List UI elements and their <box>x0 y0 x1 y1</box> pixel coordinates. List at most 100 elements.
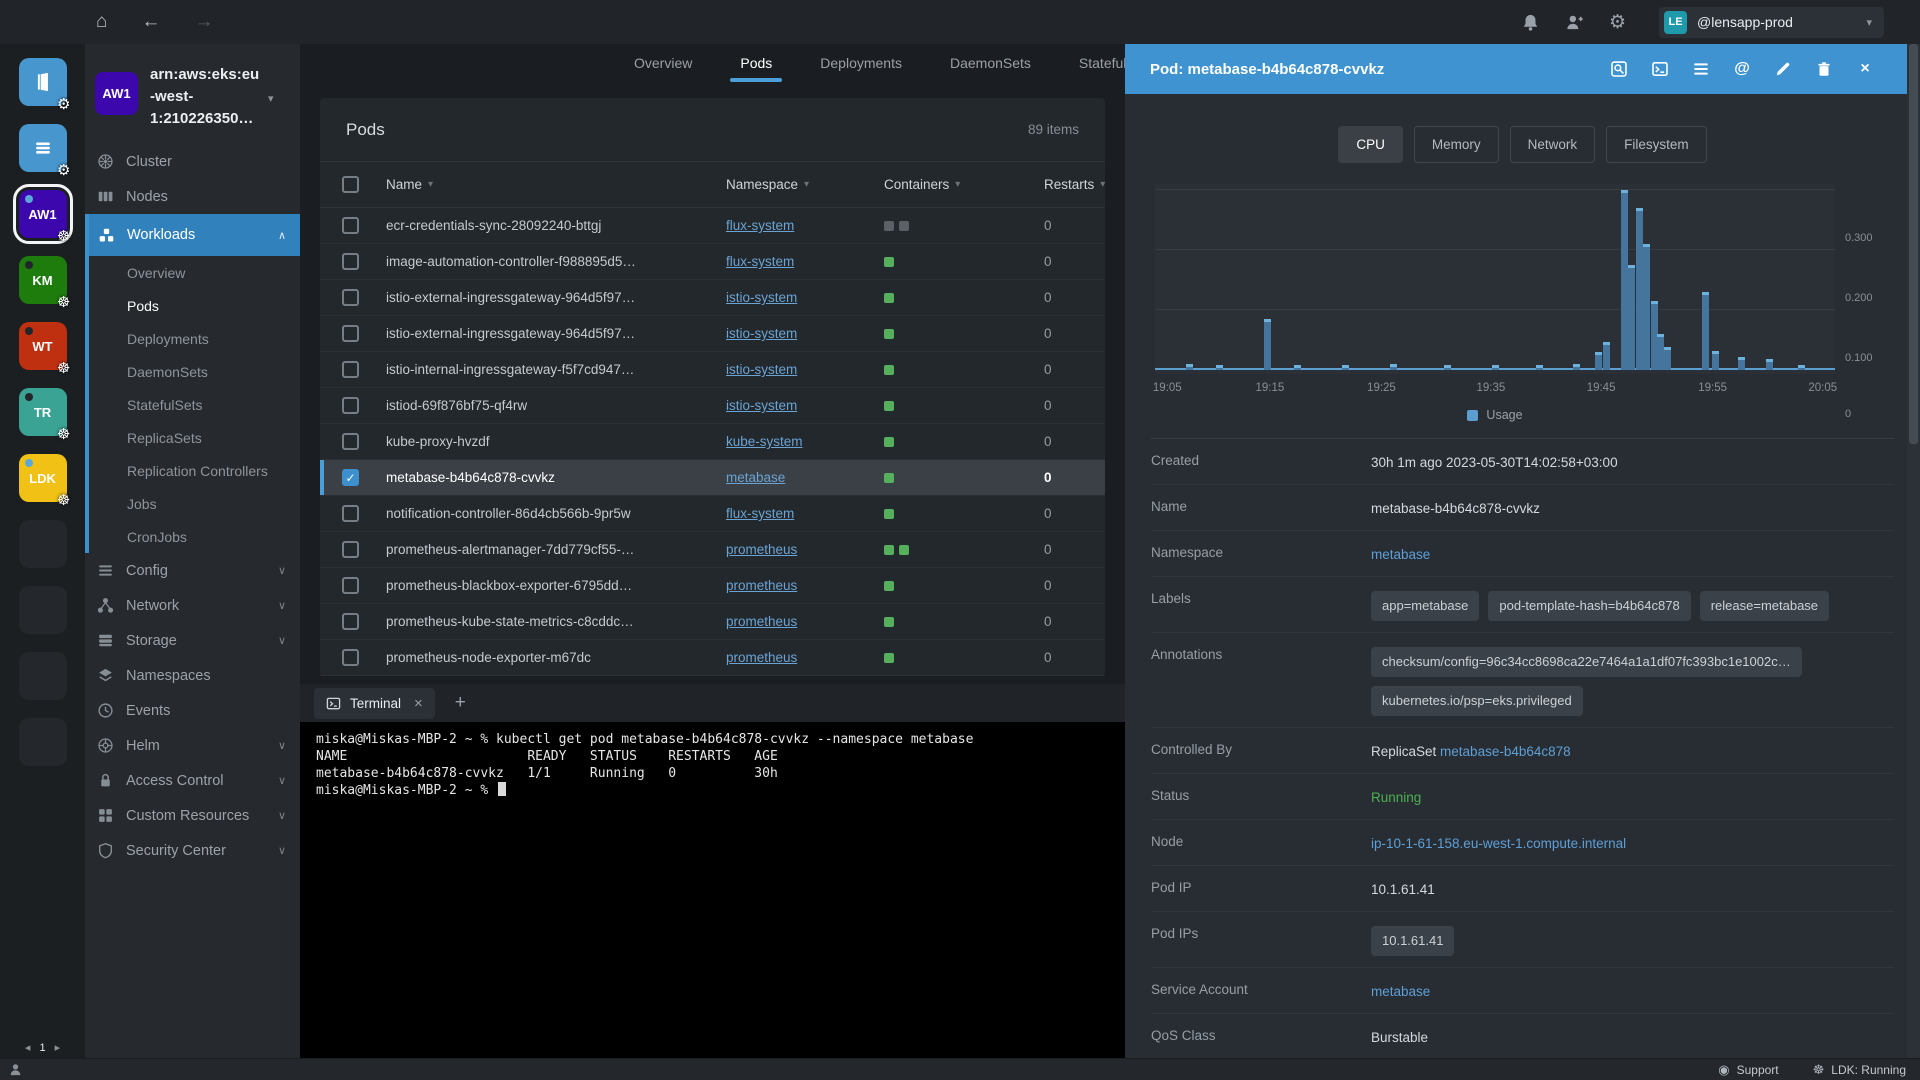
cluster-header[interactable]: AW1 arn:aws:eks:eu -west- 1:210226350… ▾ <box>85 60 300 144</box>
cluster-tile-km[interactable]: KM ☸ <box>18 256 71 310</box>
user-icon[interactable] <box>8 1062 23 1077</box>
namespace-link[interactable]: prometheus <box>726 578 797 593</box>
sidebar-item-replication-controllers[interactable]: Replication Controllers <box>89 454 300 487</box>
row-checkbox[interactable] <box>342 541 359 558</box>
hotbar-menu-tile[interactable]: ⚙ <box>18 124 71 178</box>
table-row[interactable]: ✓ metabase-b4b64c878-cvvkz metabase 0 <box>320 460 1105 496</box>
column-header-restarts[interactable]: Restarts ▾ <box>1044 177 1105 192</box>
row-checkbox[interactable] <box>342 397 359 414</box>
row-checkbox[interactable] <box>342 325 359 342</box>
namespace-link[interactable]: istio-system <box>726 326 797 341</box>
table-row[interactable]: istio-external-ingressgateway-964d5f97… i… <box>320 316 1105 352</box>
cluster-tile-tr[interactable]: TR ☸ <box>18 388 71 442</box>
detail-link[interactable]: ip-10-1-61-158.eu-west-1.compute.interna… <box>1371 836 1626 851</box>
namespace-link[interactable]: istio-system <box>726 290 797 305</box>
edit-icon[interactable] <box>1774 60 1792 78</box>
sidebar-item-jobs[interactable]: Jobs <box>89 487 300 520</box>
select-all-checkbox[interactable] <box>342 176 359 193</box>
namespace-link[interactable]: flux-system <box>726 218 794 233</box>
account-dropdown[interactable]: LE @lensapp-prod ▾ <box>1659 6 1884 38</box>
row-checkbox[interactable] <box>342 649 359 666</box>
row-checkbox[interactable]: ✓ <box>342 469 359 486</box>
delete-icon[interactable] <box>1815 60 1833 78</box>
forward-icon[interactable]: → <box>194 11 213 33</box>
scrollbar[interactable] <box>1907 44 1920 1058</box>
namespace-link[interactable]: istio-system <box>726 362 797 377</box>
row-checkbox[interactable] <box>342 433 359 450</box>
statusbar-item-ldk-running[interactable]: ☸ LDK: Running <box>1813 1063 1906 1077</box>
terminal-output[interactable]: miska@Miskas-MBP-2 ~ % kubectl get pod m… <box>300 722 1125 1058</box>
tab-statefulsets[interactable]: StatefulSets <box>1077 44 1125 82</box>
notifications-bell-icon[interactable] <box>1521 13 1540 32</box>
sidebar-item-custom-resources[interactable]: Custom Resources ∨ <box>85 798 300 833</box>
table-row[interactable]: notification-controller-86d4cb566b-9pr5w… <box>320 496 1105 532</box>
sidebar-item-statefulsets[interactable]: StatefulSets <box>89 388 300 421</box>
pod-attach-icon[interactable]: @ <box>1733 60 1751 78</box>
cluster-tile-wt[interactable]: WT ☸ <box>18 322 71 376</box>
table-row[interactable]: ecr-credentials-sync-28092240-bttgj flux-… <box>320 208 1105 244</box>
sidebar-item-network[interactable]: Network ∨ <box>85 588 300 623</box>
scrollbar-thumb[interactable] <box>1909 44 1918 444</box>
sidebar-item-helm[interactable]: Helm ∨ <box>85 728 300 763</box>
metrics-tab-filesystem[interactable]: Filesystem <box>1606 126 1707 163</box>
row-checkbox[interactable] <box>342 361 359 378</box>
sidebar-item-cronjobs[interactable]: CronJobs <box>89 520 300 553</box>
pod-logs-search-icon[interactable] <box>1610 60 1628 78</box>
sidebar-item-workloads[interactable]: Workloads ∧ <box>89 214 300 256</box>
table-row[interactable]: istiod-69f876bf75-qf4rw istio-system 0 <box>320 388 1105 424</box>
catalog-tile[interactable]: ⚙ <box>18 58 71 112</box>
statusbar-item-support[interactable]: ◉ Support <box>1718 1063 1778 1077</box>
namespace-link[interactable]: istio-system <box>726 398 797 413</box>
table-row[interactable]: istio-internal-ingressgateway-f5f7cd947…… <box>320 352 1105 388</box>
column-header-containers[interactable]: Containers ▾ <box>884 177 1044 192</box>
home-icon[interactable]: ⌂ <box>96 11 107 33</box>
chart-legend[interactable]: Usage <box>1155 408 1835 422</box>
pod-shell-icon[interactable] <box>1651 60 1669 78</box>
detail-link[interactable]: metabase-b4b64c878 <box>1440 744 1571 759</box>
sidebar-item-daemonsets[interactable]: DaemonSets <box>89 355 300 388</box>
sidebar-item-cluster[interactable]: Cluster <box>85 144 300 179</box>
settings-gear-icon[interactable]: ⚙ <box>1609 13 1626 32</box>
cluster-tile-aw1[interactable]: AW1 ☸ <box>12 184 73 244</box>
namespace-link[interactable]: prometheus <box>726 650 797 665</box>
metrics-tab-cpu[interactable]: CPU <box>1338 126 1403 163</box>
tab-daemonsets[interactable]: DaemonSets <box>948 44 1033 82</box>
sidebar-item-overview[interactable]: Overview <box>89 256 300 289</box>
namespace-link[interactable]: flux-system <box>726 506 794 521</box>
sidebar-item-security-center[interactable]: Security Center ∨ <box>85 833 300 868</box>
sidebar-item-pods[interactable]: Pods <box>89 289 300 322</box>
table-row[interactable]: prometheus-alertmanager-7dd779cf55-… prom… <box>320 532 1105 568</box>
row-checkbox[interactable] <box>342 217 359 234</box>
row-checkbox[interactable] <box>342 289 359 306</box>
new-tab-button[interactable]: + <box>455 692 466 714</box>
column-header-name[interactable]: Name ▾ <box>386 177 726 192</box>
hotbar-next-icon[interactable]: ▸ <box>55 1041 61 1054</box>
tab-overview[interactable]: Overview <box>632 44 694 82</box>
sidebar-item-config[interactable]: Config ∨ <box>85 553 300 588</box>
sidebar-item-deployments[interactable]: Deployments <box>89 322 300 355</box>
pod-logs-icon[interactable] <box>1692 60 1710 78</box>
row-checkbox[interactable] <box>342 253 359 270</box>
row-checkbox[interactable] <box>342 505 359 522</box>
metrics-tab-network[interactable]: Network <box>1509 126 1596 163</box>
cluster-tile-ldk[interactable]: LDK ☸ <box>18 454 71 508</box>
add-user-icon[interactable] <box>1565 13 1584 32</box>
sidebar-item-replicasets[interactable]: ReplicaSets <box>89 421 300 454</box>
sidebar-item-namespaces[interactable]: Namespaces <box>85 658 300 693</box>
terminal-tab[interactable]: Terminal × <box>314 687 435 719</box>
table-row[interactable]: prometheus-blackbox-exporter-6795dd… prom… <box>320 568 1105 604</box>
table-row[interactable]: prometheus-node-exporter-m67dc prometheus… <box>320 640 1105 676</box>
metrics-tab-memory[interactable]: Memory <box>1413 126 1499 163</box>
hotbar-prev-icon[interactable]: ◂ <box>25 1041 31 1054</box>
row-checkbox[interactable] <box>342 613 359 630</box>
sidebar-item-events[interactable]: Events <box>85 693 300 728</box>
sidebar-item-nodes[interactable]: Nodes <box>85 179 300 214</box>
close-icon[interactable]: × <box>1856 60 1874 78</box>
table-row[interactable]: kube-proxy-hvzdf kube-system 0 <box>320 424 1105 460</box>
table-row[interactable]: prometheus-kube-state-metrics-c8cddc… pro… <box>320 604 1105 640</box>
table-row[interactable]: image-automation-controller-f988895d5… fl… <box>320 244 1105 280</box>
close-icon[interactable]: × <box>414 695 423 712</box>
namespace-link[interactable]: prometheus <box>726 614 797 629</box>
back-icon[interactable]: ← <box>141 11 160 33</box>
namespace-link[interactable]: metabase <box>726 470 785 485</box>
